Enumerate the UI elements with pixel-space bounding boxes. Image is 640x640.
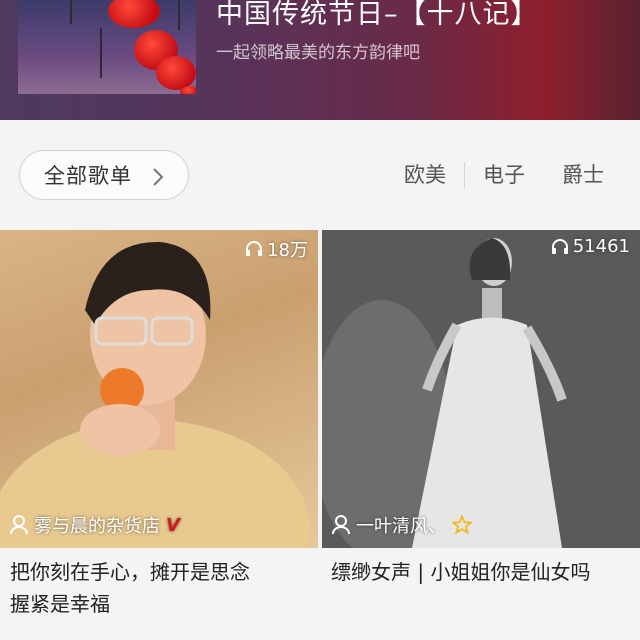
play-count: 51461: [551, 236, 630, 257]
banner-title: 中国传统节日–【十八记】: [216, 0, 539, 30]
owner-name: 一叶清风、: [356, 516, 446, 537]
chevron-right-icon: [153, 168, 164, 186]
verified-v-icon: V: [166, 514, 180, 536]
user-icon: [332, 515, 350, 535]
headphones-icon: [551, 238, 568, 254]
play-count-value: 18万: [267, 240, 308, 261]
category-tags: 欧美 电子 爵士: [386, 160, 622, 190]
playlist-title-line: 把你刻在手心，摊开是思念: [10, 560, 250, 584]
lantern-image: [156, 56, 196, 90]
playlist-title-line: 握紧是幸福: [10, 592, 110, 616]
playlist-owner[interactable]: 雾与晨的杂货店 V: [10, 512, 180, 538]
play-count: 18万: [245, 236, 308, 262]
playlist-card[interactable]: 18万 雾与晨的杂货店 V: [0, 230, 318, 548]
playlist-card[interactable]: 51461 一叶清风、: [322, 230, 640, 548]
all-playlists-label: 全部歌单: [44, 164, 132, 188]
lantern-string: [178, 0, 180, 30]
lantern-string: [100, 28, 102, 78]
banner-subtitle: 一起领略最美的东方韵律吧: [216, 43, 420, 63]
playlist-cover-image: [0, 241, 310, 548]
tag-jazz[interactable]: 爵士: [544, 160, 622, 190]
lantern-string: [70, 0, 72, 24]
tag-western[interactable]: 欧美: [386, 160, 464, 190]
owner-name: 雾与晨的杂货店: [34, 516, 160, 537]
lantern-image: [180, 86, 196, 94]
tag-electronic[interactable]: 电子: [465, 160, 543, 190]
headphones-icon: [246, 241, 263, 256]
banner-thumbnail: [18, 0, 196, 94]
playlist-title[interactable]: 把你刻在手心，摊开是思念 握紧是幸福: [10, 556, 320, 620]
featured-banner[interactable]: 中国传统节日–【十八记】 一起领略最美的东方韵律吧: [0, 0, 640, 120]
playlist-title-line: 缥缈女声 | 小姐姐你是仙女吗: [331, 560, 591, 584]
playlist-owner[interactable]: 一叶清风、: [332, 512, 472, 538]
lantern-image: [108, 0, 160, 28]
play-count-value: 51461: [572, 236, 630, 257]
playlist-title[interactable]: 缥缈女声 | 小姐姐你是仙女吗: [331, 556, 640, 588]
playlist-cover-image: [322, 230, 640, 548]
user-icon: [10, 515, 28, 535]
star-icon: [452, 515, 472, 535]
category-filter-row: 全部歌单 欧美 电子 爵士: [0, 120, 640, 230]
all-playlists-button[interactable]: 全部歌单: [19, 150, 189, 200]
